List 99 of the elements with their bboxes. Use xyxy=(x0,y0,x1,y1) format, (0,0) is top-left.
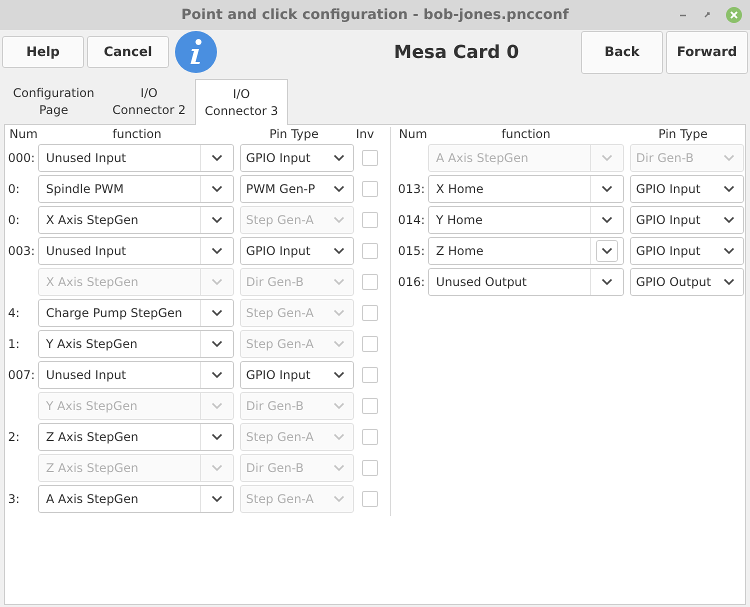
pin-number: 3: xyxy=(8,492,20,506)
dropdown[interactable]: GPIO Input xyxy=(630,206,744,234)
chevron-down-icon xyxy=(211,154,223,162)
chevron-down-icon xyxy=(211,216,223,224)
dropdown[interactable]: Y Home xyxy=(428,206,624,234)
column-header: function xyxy=(111,127,163,141)
chevron-down-icon xyxy=(723,278,735,286)
close-icon[interactable] xyxy=(726,7,742,23)
chevron-down-icon xyxy=(723,154,735,162)
restore-icon[interactable] xyxy=(702,10,712,20)
chevron-down-icon xyxy=(601,185,613,193)
dropdown[interactable]: PWM Gen-P xyxy=(240,175,354,203)
chevron-down-icon xyxy=(723,185,735,193)
column-header: Pin Type xyxy=(268,127,320,141)
chevron-down-icon xyxy=(333,402,345,410)
pin-number: 1: xyxy=(8,337,20,351)
tab[interactable]: I/O Connector 3 xyxy=(194,79,288,125)
dropdown[interactable]: Spindle PWM xyxy=(38,175,234,203)
pin-number: 015: xyxy=(398,244,425,258)
chevron-down-icon xyxy=(723,247,735,255)
checkbox[interactable] xyxy=(362,460,378,476)
dropdown[interactable]: GPIO Input xyxy=(240,361,354,389)
dropdown[interactable]: Unused Input xyxy=(38,144,234,172)
chevron-down-icon xyxy=(333,185,345,193)
chevron-down-icon xyxy=(211,371,223,379)
chevron-down-icon xyxy=(601,154,613,162)
nav-button[interactable]: Forward xyxy=(666,30,748,74)
chevron-down-icon xyxy=(211,278,223,286)
dropdown[interactable]: Unused Input xyxy=(38,237,234,265)
dropdown[interactable]: GPIO Input xyxy=(240,144,354,172)
checkbox[interactable] xyxy=(362,429,378,445)
pin-number: 2: xyxy=(8,430,20,444)
chevron-down-icon xyxy=(211,309,223,317)
dropdown[interactable]: Unused Output xyxy=(428,268,624,296)
column-header: function xyxy=(500,127,552,141)
pin-number: 013: xyxy=(398,182,425,196)
chevron-down-icon xyxy=(333,309,345,317)
dropdown[interactable]: A Axis StepGen xyxy=(38,485,234,513)
chevron-down-icon xyxy=(211,495,223,503)
pin-number: 003: xyxy=(8,244,35,258)
chevron-down-icon xyxy=(211,340,223,348)
checkbox[interactable] xyxy=(362,398,378,414)
column-header: Inv xyxy=(354,127,376,141)
checkbox[interactable] xyxy=(362,367,378,383)
chevron-down-icon xyxy=(211,464,223,472)
checkbox[interactable] xyxy=(362,305,378,321)
window-title: Point and click configuration - bob-jones.pncconf xyxy=(181,7,569,23)
pin-number: 0: xyxy=(8,182,20,196)
chevron-down-icon xyxy=(333,154,345,162)
dropdown[interactable]: X Axis StepGen xyxy=(38,206,234,234)
dropdown[interactable]: GPIO Output xyxy=(630,268,744,296)
column-header: Num xyxy=(398,127,428,141)
chevron-down-icon xyxy=(333,278,345,286)
toolbar-button[interactable]: Help xyxy=(2,36,84,68)
dropdown[interactable]: Unused Input xyxy=(38,361,234,389)
dropdown[interactable]: Y Axis StepGen xyxy=(38,330,234,358)
dropdown[interactable]: GPIO Input xyxy=(630,175,744,203)
page-heading: Mesa Card 0 xyxy=(392,42,520,62)
chevron-down-icon xyxy=(333,340,345,348)
column-header: Pin Type xyxy=(657,127,709,141)
dropdown[interactable]: Z Axis StepGen xyxy=(38,423,234,451)
tab[interactable]: I/O Connector 2 xyxy=(103,79,195,124)
tab[interactable]: Configuration Page xyxy=(4,79,104,124)
info-icon[interactable] xyxy=(175,31,217,73)
dropdown[interactable]: Charge Pump StepGen xyxy=(38,299,234,327)
column-header: Num xyxy=(8,127,39,141)
chevron-down-icon xyxy=(723,216,735,224)
chevron-down-icon xyxy=(333,495,345,503)
checkbox[interactable] xyxy=(362,243,378,259)
dropdown[interactable]: X Home xyxy=(428,175,624,203)
checkbox[interactable] xyxy=(362,274,378,290)
pin-number: 016: xyxy=(398,275,425,289)
chevron-down-icon xyxy=(333,433,345,441)
dropdown[interactable]: Z Home xyxy=(428,237,624,265)
dropdown[interactable]: GPIO Input xyxy=(630,237,744,265)
pin-number: 014: xyxy=(398,213,425,227)
chevron-down-icon xyxy=(211,402,223,410)
chevron-down-icon xyxy=(333,247,345,255)
chevron-down-icon xyxy=(601,247,613,255)
pin-number: 4: xyxy=(8,306,20,320)
nav-button[interactable]: Back xyxy=(581,30,663,74)
chevron-down-icon xyxy=(333,216,345,224)
chevron-down-icon xyxy=(601,278,613,286)
chevron-down-icon xyxy=(333,371,345,379)
checkbox[interactable] xyxy=(362,336,378,352)
pin-number: 000: xyxy=(8,151,35,165)
chevron-down-icon xyxy=(601,216,613,224)
chevron-down-icon xyxy=(211,185,223,193)
toolbar-button[interactable]: Cancel xyxy=(87,36,169,68)
checkbox[interactable] xyxy=(362,181,378,197)
checkbox[interactable] xyxy=(362,491,378,507)
chevron-down-icon xyxy=(211,433,223,441)
pin-number: 007: xyxy=(8,368,35,382)
checkbox[interactable] xyxy=(362,212,378,228)
checkbox[interactable] xyxy=(362,150,378,166)
chevron-down-icon xyxy=(333,464,345,472)
pin-number: 0: xyxy=(8,213,20,227)
chevron-down-icon xyxy=(211,247,223,255)
dropdown[interactable]: GPIO Input xyxy=(240,237,354,265)
